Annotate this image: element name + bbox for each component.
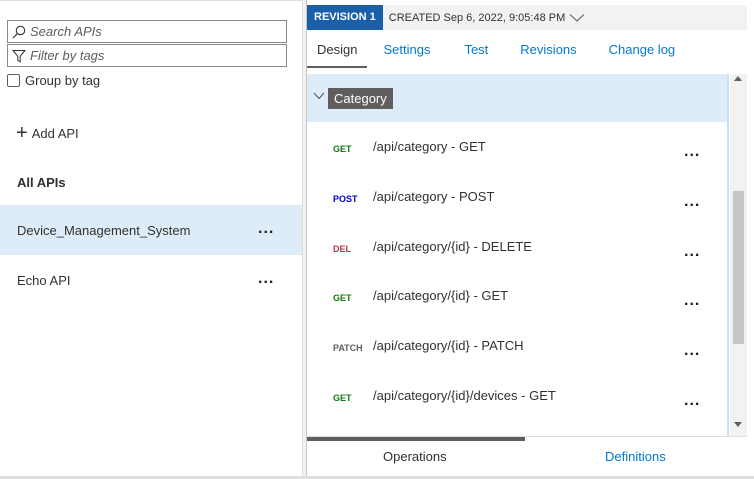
more-options-icon[interactable]: ... [258, 221, 274, 237]
all-apis-heading: All APIs [17, 175, 66, 190]
category-group-header[interactable]: Category [307, 74, 727, 122]
operation-path: /api/category/{id}/devices - GET [373, 388, 556, 403]
active-tab-indicator [307, 437, 525, 441]
group-by-tag-label: Group by tag [25, 73, 101, 88]
more-options-icon[interactable]: ... [684, 293, 700, 309]
more-options-icon[interactable]: ... [684, 194, 700, 210]
operation-row[interactable]: GET /api/category/{id}/devices - GET ... [307, 371, 727, 421]
filter-tags-field[interactable] [7, 44, 287, 67]
filter-icon [12, 49, 26, 63]
http-method-badge: GET [333, 293, 352, 303]
tab-operations[interactable]: Operations [383, 449, 447, 464]
tab-design[interactable]: Design [307, 36, 368, 68]
operation-path: /api/category/{id} - GET [373, 288, 509, 303]
tab-revisions[interactable]: Revisions [510, 36, 586, 68]
tab-change-log[interactable]: Change log [599, 36, 686, 68]
design-tabs: Design Settings Test Revisions Change lo… [307, 36, 747, 68]
add-api-button[interactable]: + Add API [16, 122, 79, 144]
tab-settings[interactable]: Settings [373, 36, 440, 68]
more-options-icon[interactable]: ... [684, 244, 700, 260]
scroll-thumb[interactable] [733, 191, 744, 344]
api-item[interactable]: Device_Management_System ... [0, 205, 302, 255]
api-item[interactable]: Echo API ... [0, 255, 302, 305]
operations-scrollbar[interactable] [730, 74, 747, 436]
group-by-tag-option[interactable]: Group by tag [7, 73, 100, 88]
search-apis-field[interactable] [7, 20, 287, 43]
operation-row[interactable]: GET /api/category - GET ... [307, 122, 727, 172]
scroll-down-arrow-icon[interactable] [734, 422, 742, 427]
operation-path: /api/category/{id} - PATCH [373, 338, 524, 353]
http-method-badge: GET [333, 144, 352, 154]
revision-bar[interactable]: REVISION 1 CREATED Sep 6, 2022, 9:05:48 … [307, 5, 747, 30]
more-options-icon[interactable]: ... [684, 144, 700, 160]
search-input[interactable] [30, 24, 270, 39]
chevron-down-icon[interactable] [313, 92, 325, 100]
api-list-pane: Group by tag + Add API All APIs Device_M… [0, 0, 302, 479]
operation-path: /api/category/{id} - DELETE [373, 239, 532, 254]
http-method-badge: POST [333, 194, 358, 204]
http-method-badge: GET [333, 393, 352, 403]
operation-row[interactable]: PATCH /api/category/{id} - PATCH ... [307, 321, 727, 371]
revision-badge: REVISION 1 [307, 5, 383, 30]
operation-row[interactable]: POST /api/category - POST ... [307, 172, 727, 222]
http-method-badge: DEL [333, 244, 351, 254]
api-item-name: Device_Management_System [17, 222, 191, 238]
search-icon [12, 25, 26, 38]
api-item-name: Echo API [17, 272, 71, 288]
operation-path: /api/category - POST [373, 189, 495, 204]
scroll-up-arrow-icon[interactable] [734, 76, 742, 81]
group-by-tag-checkbox[interactable] [7, 74, 20, 87]
bottom-tabs: Operations Definitions [307, 436, 747, 476]
revision-created-text: CREATED Sep 6, 2022, 9:05:48 PM [388, 11, 566, 24]
operations-list: Category GET /api/category - GET ... POS… [307, 74, 729, 436]
add-api-label: Add API [31, 125, 79, 141]
more-options-icon[interactable]: ... [684, 343, 700, 359]
tab-test[interactable]: Test [454, 36, 498, 68]
tab-definitions[interactable]: Definitions [605, 449, 666, 464]
plus-icon: + [16, 122, 28, 144]
more-options-icon[interactable]: ... [258, 271, 274, 287]
category-tag: Category [328, 88, 393, 109]
operation-path: /api/category - GET [373, 139, 486, 154]
http-method-badge: PATCH [333, 343, 363, 353]
operation-row[interactable]: DEL /api/category/{id} - DELETE ... [307, 222, 727, 272]
chevron-down-icon[interactable] [569, 13, 585, 23]
more-options-icon[interactable]: ... [684, 393, 700, 409]
filter-input[interactable] [30, 48, 270, 63]
api-design-pane: REVISION 1 CREATED Sep 6, 2022, 9:05:48 … [307, 0, 754, 479]
operation-row[interactable]: GET /api/category/{id} - GET ... [307, 271, 727, 321]
